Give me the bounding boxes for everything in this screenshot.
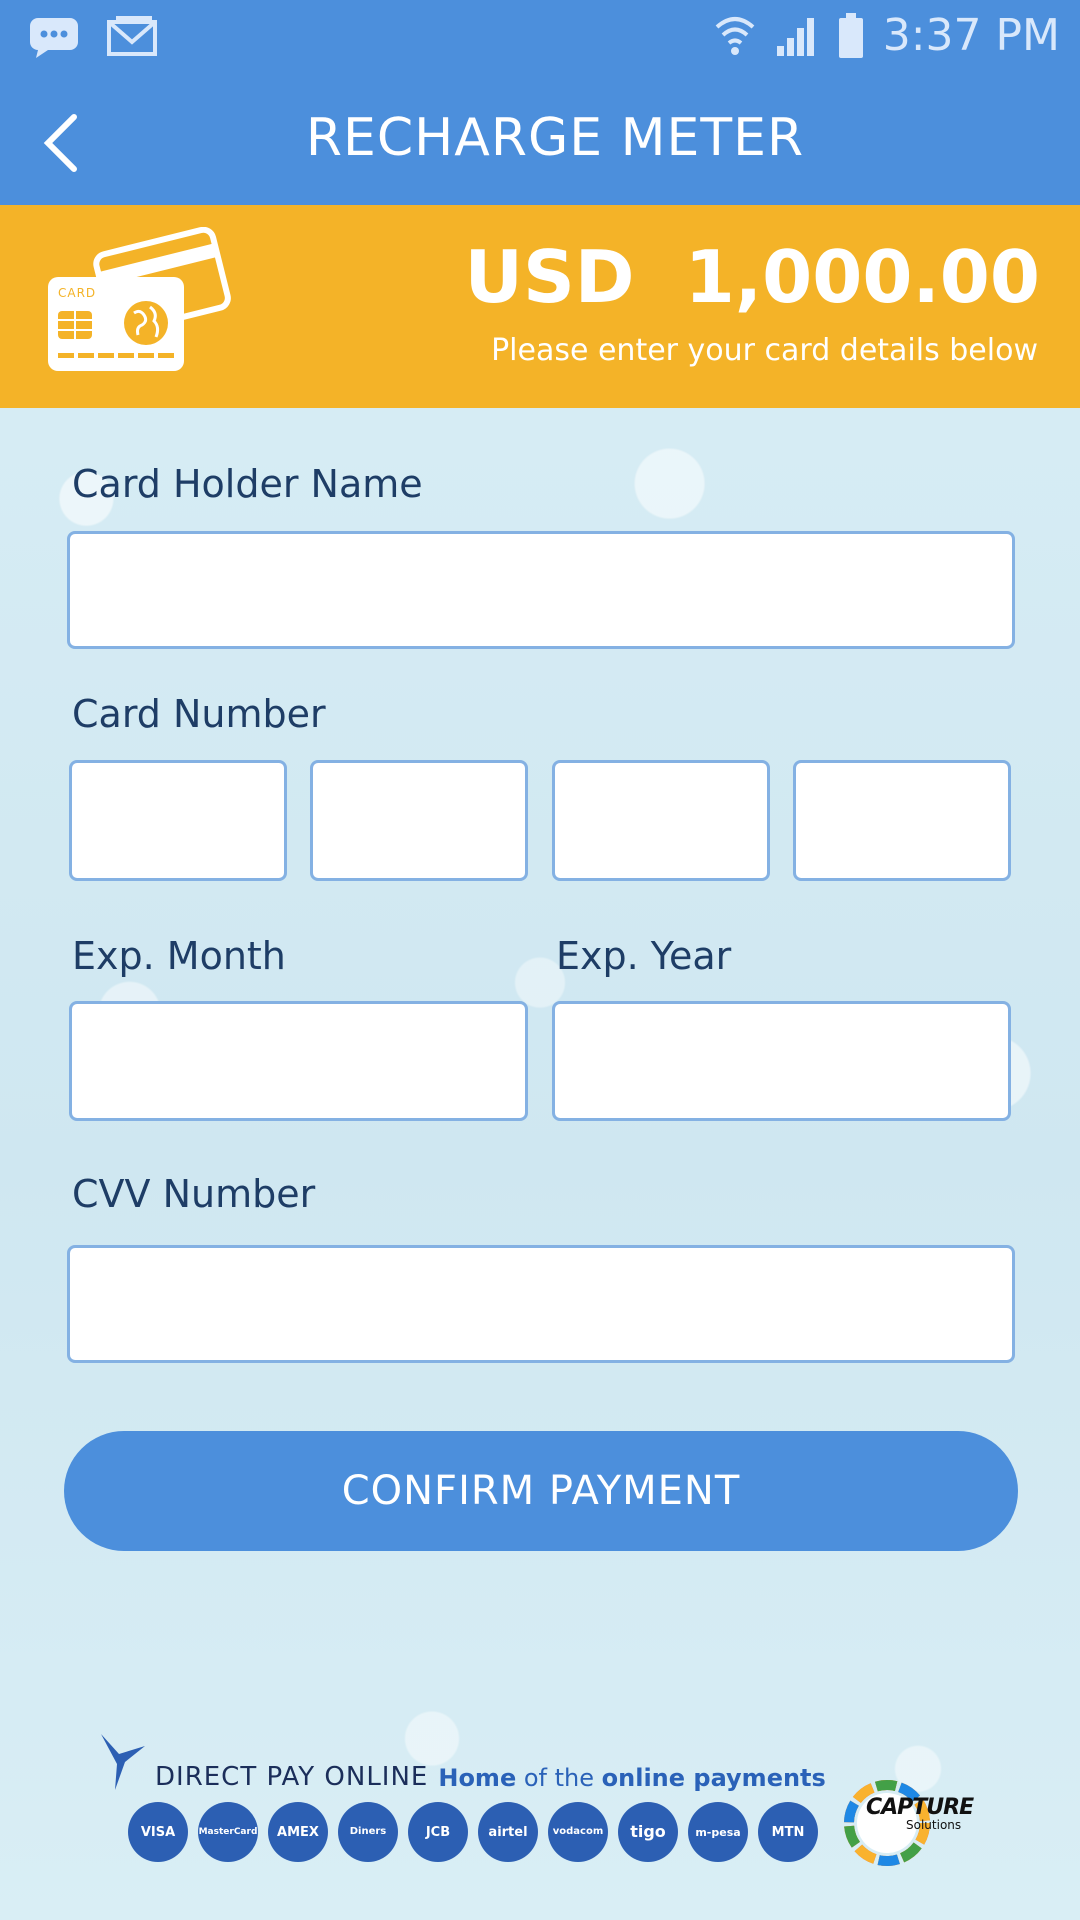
diners-logo: Diners <box>338 1802 398 1862</box>
capture-brand-sub: Solutions <box>906 1818 962 1832</box>
capture-brand: CAPTURE <box>866 1795 974 1820</box>
signal-icon <box>776 17 814 56</box>
system-indicators: 3:37 PM <box>713 10 1060 61</box>
tagline-part-1: Home <box>438 1764 517 1792</box>
bird-icon <box>101 1734 145 1790</box>
tagline-part-2: of the <box>523 1764 595 1792</box>
status-bar: 3:37 PM <box>0 0 1080 80</box>
vodacom-logo: vodacom <box>548 1802 608 1862</box>
dpo-tagline: Home of the online payments <box>438 1764 825 1792</box>
card-number-input-2[interactable] <box>310 760 528 881</box>
amount-banner: CARD USD 1,000.00 Please enter your card… <box>0 205 1080 408</box>
dpo-brand-name: DIRECT PAY ONLINE <box>155 1762 429 1792</box>
chat-icon <box>30 18 78 58</box>
payment-methods: VISA MasterCard AMEX Diners JCB airtel v… <box>128 1802 818 1862</box>
page-title: RECHARGE METER <box>305 108 805 168</box>
gmail-icon <box>107 16 157 56</box>
jcb-logo: JCB <box>408 1802 468 1862</box>
credit-card-icon: CARD <box>48 227 231 371</box>
wifi-icon <box>715 16 755 55</box>
visa-logo: VISA <box>128 1802 188 1862</box>
mtn-logo: MTN <box>758 1802 818 1862</box>
amex-logo: AMEX <box>268 1802 328 1862</box>
cvv-input[interactable] <box>67 1245 1015 1363</box>
app-bar: RECHARGE METER <box>0 80 1080 205</box>
card-number-input-3[interactable] <box>552 760 770 881</box>
notification-icons <box>28 14 158 58</box>
card-number-label: Card Number <box>72 692 326 736</box>
battery-icon <box>838 12 863 58</box>
confirm-payment-button[interactable]: CONFIRM PAYMENT <box>64 1431 1018 1551</box>
cvv-label: CVV Number <box>72 1172 316 1216</box>
svg-text:CARD: CARD <box>58 286 96 300</box>
airtel-logo: airtel <box>478 1802 538 1862</box>
card-holder-input[interactable] <box>67 531 1015 649</box>
exp-year-input[interactable] <box>552 1001 1011 1121</box>
exp-month-label: Exp. Month <box>72 934 286 978</box>
exp-year-label: Exp. Year <box>556 934 732 978</box>
amount-subtitle: Please enter your card details below <box>491 333 1038 368</box>
direct-pay-online-logo: DIRECT PAY ONLINE Home of the online pay… <box>95 1732 826 1792</box>
amount-value: USD 1,000.00 <box>464 235 1040 319</box>
mpesa-logo: m-pesa <box>688 1802 748 1862</box>
exp-month-input[interactable] <box>69 1001 528 1121</box>
tigo-logo: tigo <box>618 1802 678 1862</box>
tagline-part-3: online payments <box>601 1764 826 1792</box>
card-number-input-1[interactable] <box>69 760 287 881</box>
card-holder-label: Card Holder Name <box>72 462 423 506</box>
status-time: 3:37 PM <box>882 10 1060 61</box>
mastercard-logo: MasterCard <box>198 1802 258 1862</box>
card-number-input-4[interactable] <box>793 760 1011 881</box>
